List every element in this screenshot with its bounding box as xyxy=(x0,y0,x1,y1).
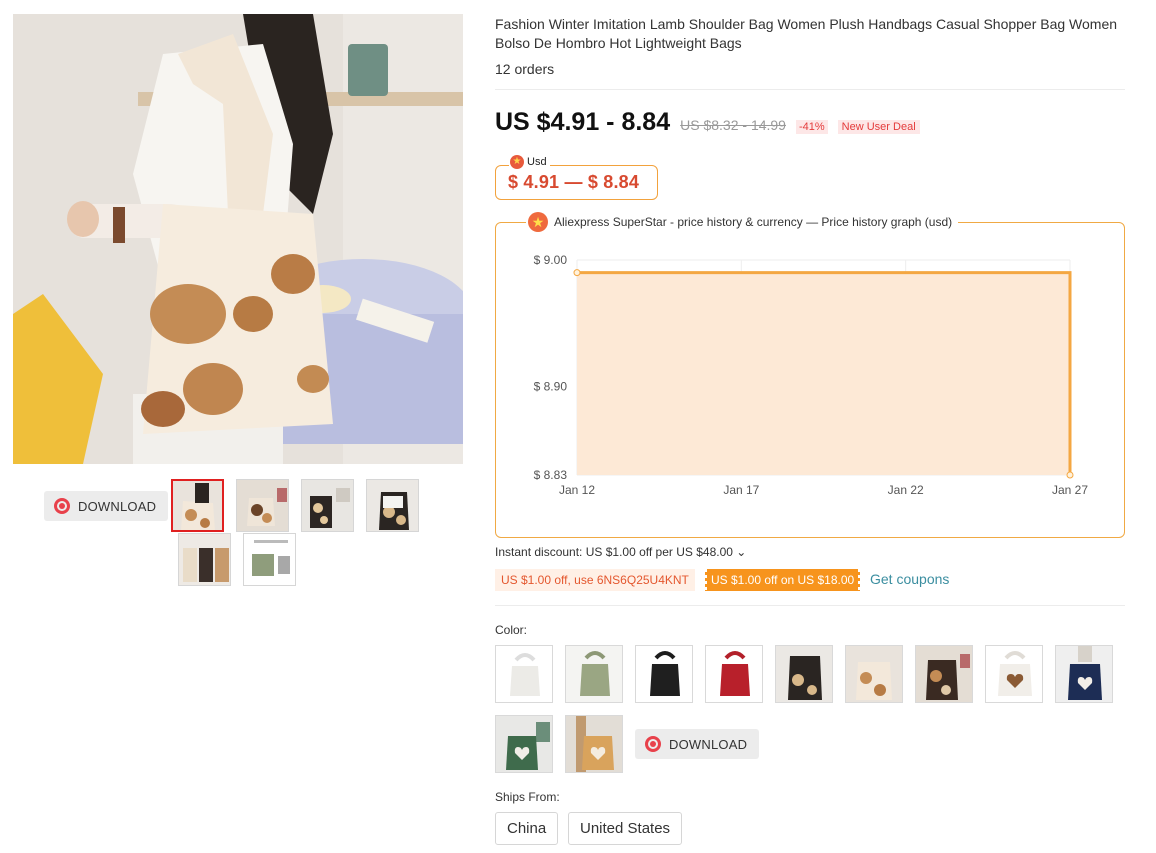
color-swatch-bear-cream[interactable] xyxy=(845,645,903,703)
new-user-deal-badge: New User Deal xyxy=(837,120,920,134)
color-swatch-heart-white[interactable] xyxy=(985,645,1043,703)
instant-discount[interactable]: Instant discount: US $1.00 off per US $4… xyxy=(495,545,746,559)
download-button-colors[interactable]: DOWNLOAD xyxy=(635,729,760,759)
thumbnail-5[interactable] xyxy=(178,533,231,586)
download-icon xyxy=(54,498,70,514)
x-tick-label: Jan 17 xyxy=(723,483,759,497)
ships-from-china[interactable]: China xyxy=(495,812,559,845)
swatch-image xyxy=(986,646,1042,702)
thumbnail-4[interactable] xyxy=(366,479,419,532)
thumbnail-image xyxy=(179,534,230,585)
thumbnail-image xyxy=(367,480,418,531)
original-price: US $8.32 - 14.99 xyxy=(680,117,786,133)
swatch-image xyxy=(846,646,902,702)
swatch-image xyxy=(1056,646,1112,702)
product-photo xyxy=(13,14,463,464)
thumbnail-image xyxy=(237,480,288,531)
color-swatch-heart-green[interactable] xyxy=(495,715,553,773)
ships-from-label: Ships From: xyxy=(495,790,560,804)
get-coupons-link[interactable]: Get coupons xyxy=(870,571,949,587)
color-swatch-bear-brown[interactable] xyxy=(915,645,973,703)
color-swatch-red[interactable] xyxy=(705,645,763,703)
thumbnail-3[interactable] xyxy=(301,479,354,532)
color-swatch-black[interactable] xyxy=(635,645,693,703)
price-history-header: ★ Aliexpress SuperStar - price history &… xyxy=(526,212,959,232)
color-label: Color: xyxy=(495,623,528,637)
download-label: DOWNLOAD xyxy=(78,498,157,514)
orders-count: 12 orders xyxy=(495,61,555,77)
coupon-tag[interactable]: US $1.00 off on US $18.00 xyxy=(703,569,862,591)
price-row: US $4.91 - 8.84 US $8.32 - 14.99 -41% Ne… xyxy=(495,108,920,137)
thumbnail-image xyxy=(244,534,295,585)
x-tick-label: Jan 12 xyxy=(559,483,595,497)
ships-from-united-states[interactable]: United States xyxy=(568,812,683,845)
thumbnail-image xyxy=(302,480,353,531)
color-swatch-bear-black[interactable] xyxy=(775,645,833,703)
color-swatch-white[interactable] xyxy=(495,645,553,703)
y-tick-label: $ 8.83 xyxy=(534,468,568,482)
thumbnail-2[interactable] xyxy=(236,479,289,532)
y-tick-label: $ 8.90 xyxy=(534,379,568,393)
divider xyxy=(495,89,1125,90)
swatch-image xyxy=(916,646,972,702)
price-history-chart: $ 9.00$ 8.90$ 8.83 Jan 12 Jan 17 Jan 22 Jan… xyxy=(534,253,1089,497)
x-tick-label: Jan 27 xyxy=(1052,483,1088,497)
coupon-code[interactable]: US $1.00 off, use 6NS6Q25U4KNT xyxy=(495,569,695,591)
currency-price-range: $ 4.91 — $ 8.84 xyxy=(508,172,640,192)
currency-label: ★ Usd xyxy=(509,155,550,169)
color-swatch-heart-tan[interactable] xyxy=(565,715,623,773)
superstar-icon: ★ xyxy=(510,155,524,169)
swatch-image xyxy=(566,716,622,772)
discount-badge: -41% xyxy=(795,120,828,134)
main-product-image[interactable] xyxy=(13,14,463,464)
swatch-image xyxy=(496,646,552,702)
x-axis-ticks: Jan 12 Jan 17 Jan 22 Jan 27 xyxy=(559,483,1088,497)
price-point xyxy=(1066,471,1074,479)
thumbnail-image xyxy=(173,481,222,530)
currency-text: Usd xyxy=(527,156,547,168)
thumbnail-1[interactable] xyxy=(171,479,224,532)
thumbnail-6[interactable] xyxy=(243,533,296,586)
swatch-image xyxy=(636,646,692,702)
x-tick-label: Jan 22 xyxy=(888,483,924,497)
divider xyxy=(495,605,1125,606)
swatch-image xyxy=(566,646,622,702)
current-price: US $4.91 - 8.84 xyxy=(495,108,671,136)
y-axis-ticks: $ 9.00 $ 8.90 $ 8.83 xyxy=(534,253,568,482)
price-area xyxy=(577,272,1070,475)
price-point xyxy=(573,269,581,277)
y-tick-label: $ 9.00 xyxy=(534,253,568,267)
download-icon xyxy=(645,736,661,752)
swatch-image xyxy=(496,716,552,772)
download-label: DOWNLOAD xyxy=(669,736,748,752)
color-swatch-green[interactable] xyxy=(565,645,623,703)
color-swatch-heart-navy[interactable] xyxy=(1055,645,1113,703)
price-history-title: Aliexpress SuperStar - price history & c… xyxy=(554,215,953,229)
download-button[interactable]: DOWNLOAD xyxy=(44,491,169,521)
swatch-image xyxy=(706,646,762,702)
product-title: Fashion Winter Imitation Lamb Shoulder B… xyxy=(495,16,1118,51)
swatch-image xyxy=(776,646,832,702)
superstar-icon: ★ xyxy=(528,212,548,232)
